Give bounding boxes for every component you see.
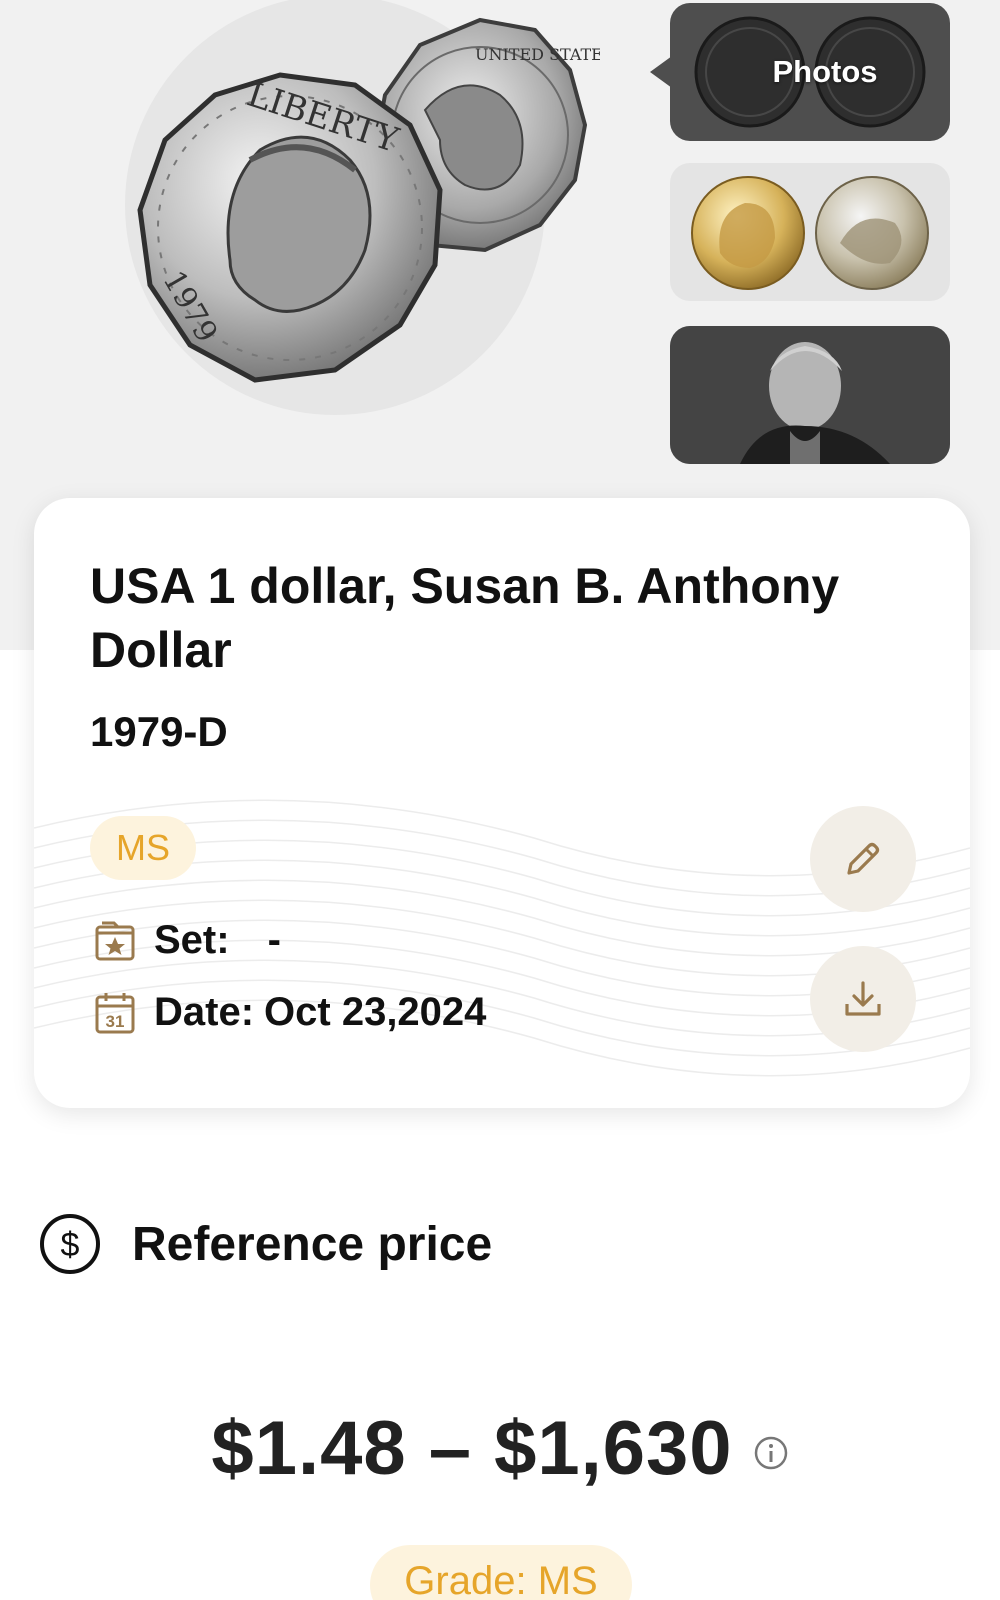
set-label: Set: [154, 918, 230, 962]
photos-pointer [650, 56, 672, 88]
grade-pill[interactable]: Grade: MS [370, 1545, 632, 1600]
photos-label: Photos [772, 54, 878, 89]
pencil-icon [847, 842, 880, 875]
portrait-thumbnail-image [670, 326, 950, 464]
info-icon[interactable] [753, 1435, 789, 1471]
coin-title: USA 1 dollar, Susan B. Anthony Dollar [90, 558, 840, 678]
download-button[interactable] [810, 946, 916, 1052]
price-range-value: $1.48 – $1,630 [211, 1406, 733, 1491]
set-folder-icon [95, 921, 135, 960]
download-icon [845, 981, 881, 1016]
edit-button[interactable] [810, 806, 916, 912]
coin-variety: 1979-D [90, 708, 228, 755]
reference-price-title: Reference price [132, 1217, 493, 1271]
price-range: $1.48 – $1,630 [0, 1405, 1000, 1492]
gold-coin-thumbnail-image [691, 176, 929, 290]
coin-info-card: USA 1 dollar, Susan B. Anthony Dollar 19… [34, 498, 970, 1108]
set-row[interactable]: Set: - [94, 918, 281, 963]
date-row: 31 Date: Oct 23,2024 [94, 990, 486, 1035]
set-value: - [267, 918, 281, 962]
dollar-circle-icon: $ [40, 1214, 100, 1274]
reference-price-heading: $ Reference price [38, 1212, 492, 1276]
grade-badge: MS [90, 816, 196, 880]
photos-thumbnail[interactable]: Photos [670, 3, 950, 141]
reverse-legend: UNITED STATES OF AMERICA [475, 45, 600, 64]
calendar-icon: 31 [95, 992, 135, 1033]
calendar-day: 31 [106, 1012, 125, 1031]
date-label: Date: [154, 990, 255, 1034]
date-value: Oct 23,2024 [264, 990, 487, 1034]
coin-hero-image[interactable]: UNITED STATES OF AMERICA LIBERTY 1979 [80, 0, 600, 450]
gold-coin-thumbnail[interactable] [670, 163, 950, 301]
portrait-thumbnail[interactable] [670, 326, 950, 464]
svg-text:$: $ [61, 1226, 80, 1264]
coin-hero-illustration: UNITED STATES OF AMERICA LIBERTY 1979 [125, 0, 600, 415]
